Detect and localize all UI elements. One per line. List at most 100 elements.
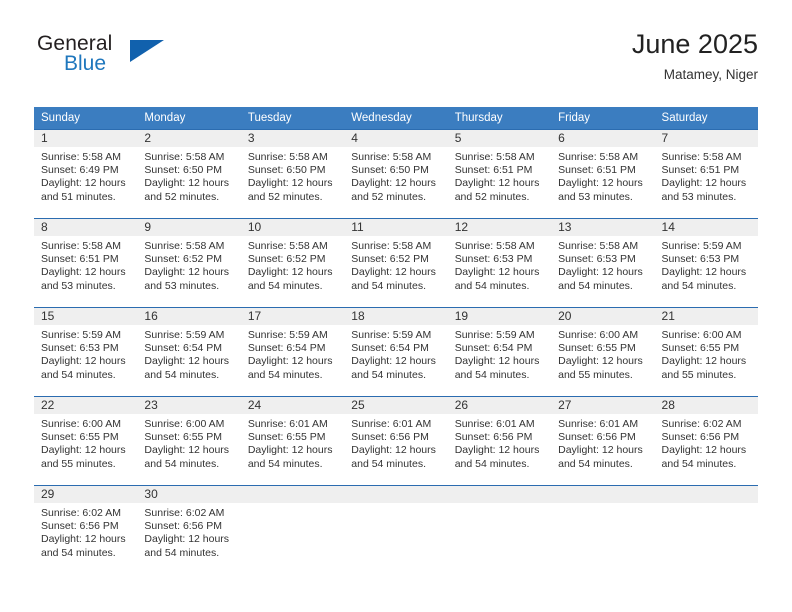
day-cell[interactable]: 13 Sunrise: 5:58 AM Sunset: 6:53 PM Dayligh…	[551, 219, 655, 307]
day-cell[interactable]: 20 Sunrise: 6:00 AM Sunset: 6:55 PM Dayligh…	[551, 308, 655, 396]
sunset-time: Sunset: 6:51 PM	[41, 253, 119, 266]
sunset-time: Sunset: 6:50 PM	[247, 164, 326, 177]
sunrise-time: Sunrise: 5:58 AM	[41, 240, 121, 252]
empty-day-cell	[551, 486, 655, 575]
sunrise-time: Sunrise: 5:59 AM	[144, 329, 225, 341]
day-cell[interactable]: 19 Sunrise: 5:59 AM Sunset: 6:54 PM Dayligh…	[447, 308, 552, 396]
day-cell[interactable]: 28 Sunrise: 6:02 AM Sunset: 6:56 PM Dayligh…	[654, 397, 758, 485]
day-cell[interactable]: 26 Sunrise: 6:01 AM Sunset: 6:56 PM Dayligh…	[447, 397, 552, 485]
day-cell[interactable]: 3 Sunrise: 5:58 AM Sunset: 6:50 PM Daylight…	[240, 130, 345, 218]
sunset-time: Sunset: 6:55 PM	[247, 431, 326, 444]
day-cell[interactable]: 17 Sunrise: 5:59 AM Sunset: 6:54 PM Dayligh…	[240, 308, 345, 396]
day-cell[interactable]: 18 Sunrise: 5:59 AM Sunset: 6:54 PM Dayligh…	[344, 308, 448, 396]
day-details: Sunrise: 5:59 AM Sunset: 6:53 PM Daylight:…	[655, 236, 758, 293]
day-cell[interactable]: 5 Sunrise: 5:58 AM Sunset: 6:51 PM Daylight…	[447, 130, 552, 218]
calendar-header-row: Sunday Monday Tuesday Wednesday Thursday Frid…	[34, 107, 758, 130]
daylight-duration-line1: Daylight: 12 hours	[247, 355, 333, 368]
day-cell[interactable]: 6 Sunrise: 5:58 AM Sunset: 6:51 PM Daylight…	[551, 130, 655, 218]
day-number	[551, 486, 655, 503]
daylight-duration-line2: and 54 minutes.	[351, 368, 426, 381]
calendar-cell: 2 Sunrise: 5:58 AM Sunset: 6:50 PM Daylight…	[137, 129, 241, 219]
day-cell[interactable]: 25 Sunrise: 6:01 AM Sunset: 6:56 PM Dayligh…	[344, 397, 448, 485]
sunset-time: Sunset: 6:53 PM	[661, 253, 740, 266]
day-details: Sunrise: 5:58 AM Sunset: 6:50 PM Daylight:…	[137, 147, 240, 204]
day-cell[interactable]: 16 Sunrise: 5:59 AM Sunset: 6:54 PM Dayligh…	[137, 308, 241, 396]
sunrise-time: Sunrise: 5:58 AM	[247, 240, 328, 252]
day-number: 15	[34, 308, 138, 325]
day-cell[interactable]: 23 Sunrise: 6:00 AM Sunset: 6:55 PM Dayligh…	[137, 397, 241, 485]
day-cell[interactable]: 14 Sunrise: 5:59 AM Sunset: 6:53 PM Dayligh…	[654, 219, 758, 307]
weekday-header-friday: Friday	[551, 107, 655, 130]
day-details: Sunrise: 6:02 AM Sunset: 6:56 PM Daylight:…	[34, 503, 137, 560]
daylight-duration-line1: Daylight: 12 hours	[247, 177, 333, 190]
day-cell[interactable]: 12 Sunrise: 5:58 AM Sunset: 6:53 PM Dayligh…	[447, 219, 552, 307]
day-cell[interactable]: 27 Sunrise: 6:01 AM Sunset: 6:56 PM Dayligh…	[551, 397, 655, 485]
daylight-duration-line2: and 53 minutes.	[41, 279, 116, 292]
daylight-duration-line2: and 53 minutes.	[558, 190, 633, 203]
daylight-duration-line1: Daylight: 12 hours	[454, 444, 540, 457]
daylight-duration-line1: Daylight: 12 hours	[454, 266, 540, 279]
day-cell[interactable]: 4 Sunrise: 5:58 AM Sunset: 6:50 PM Daylight…	[344, 130, 448, 218]
day-details: Sunrise: 5:58 AM Sunset: 6:50 PM Daylight:…	[344, 147, 447, 204]
day-details: Sunrise: 5:58 AM Sunset: 6:51 PM Daylight:…	[448, 147, 551, 204]
day-cell[interactable]: 29 Sunrise: 6:02 AM Sunset: 6:56 PM Dayligh…	[34, 486, 138, 575]
day-number: 2	[137, 130, 241, 147]
daylight-duration-line2: and 55 minutes.	[558, 368, 633, 381]
calendar-week-row: 29 Sunrise: 6:02 AM Sunset: 6:56 PM Dayligh…	[34, 485, 758, 575]
day-number: 12	[447, 219, 552, 236]
daylight-duration-line1: Daylight: 12 hours	[351, 444, 436, 457]
day-number	[344, 486, 448, 503]
sunset-time: Sunset: 6:54 PM	[144, 342, 223, 355]
sunrise-time: Sunrise: 5:58 AM	[661, 151, 742, 163]
calendar-cell: 26 Sunrise: 6:01 AM Sunset: 6:56 PM Dayligh…	[447, 396, 552, 486]
page-header: General Blue June 2025 Matamey, Niger	[34, 28, 758, 98]
day-cell[interactable]: 1 Sunrise: 5:58 AM Sunset: 6:49 PM Daylight…	[34, 130, 138, 218]
sunset-time: Sunset: 6:52 PM	[144, 253, 223, 266]
page-title: June 2025	[631, 29, 758, 59]
day-cell[interactable]: 24 Sunrise: 6:01 AM Sunset: 6:55 PM Dayligh…	[240, 397, 345, 485]
page-subtitle-location: Matamey, Niger	[663, 67, 758, 82]
sunset-time: Sunset: 6:56 PM	[661, 431, 740, 444]
sunset-time: Sunset: 6:56 PM	[144, 520, 223, 533]
calendar-cell: 15 Sunrise: 5:59 AM Sunset: 6:53 PM Dayligh…	[34, 307, 138, 397]
daylight-duration-line2: and 54 minutes.	[144, 457, 220, 470]
daylight-duration-line2: and 52 minutes.	[144, 190, 220, 203]
day-number: 1	[34, 130, 138, 147]
daylight-duration-line1: Daylight: 12 hours	[144, 266, 230, 279]
daylight-duration-line2: and 54 minutes.	[661, 279, 737, 292]
day-cell[interactable]: 2 Sunrise: 5:58 AM Sunset: 6:50 PM Daylight…	[137, 130, 241, 218]
logo-text-blue: Blue	[64, 52, 107, 75]
day-cell[interactable]: 30 Sunrise: 6:02 AM Sunset: 6:56 PM Dayligh…	[137, 486, 241, 575]
sunset-time: Sunset: 6:53 PM	[41, 342, 119, 355]
day-cell[interactable]: 9 Sunrise: 5:58 AM Sunset: 6:52 PM Daylight…	[137, 219, 241, 307]
day-number: 4	[344, 130, 448, 147]
day-cell[interactable]: 22 Sunrise: 6:00 AM Sunset: 6:55 PM Dayligh…	[34, 397, 138, 485]
sunrise-time: Sunrise: 5:58 AM	[454, 151, 535, 163]
sunrise-time: Sunrise: 6:02 AM	[144, 507, 225, 519]
day-cell[interactable]: 7 Sunrise: 5:58 AM Sunset: 6:51 PM Daylight…	[654, 130, 758, 218]
day-number: 16	[137, 308, 241, 325]
daylight-duration-line2: and 52 minutes.	[351, 190, 426, 203]
day-cell[interactable]: 11 Sunrise: 5:58 AM Sunset: 6:52 PM Dayligh…	[344, 219, 448, 307]
day-number: 21	[654, 308, 758, 325]
calendar-body: 1 Sunrise: 5:58 AM Sunset: 6:49 PM Daylight…	[34, 129, 758, 575]
sunset-time: Sunset: 6:55 PM	[558, 342, 636, 355]
day-details: Sunrise: 5:58 AM Sunset: 6:50 PM Daylight:…	[241, 147, 344, 204]
calendar-cell: 10 Sunrise: 5:58 AM Sunset: 6:52 PM Dayligh…	[240, 218, 345, 308]
day-cell[interactable]: 10 Sunrise: 5:58 AM Sunset: 6:52 PM Dayligh…	[240, 219, 345, 307]
sunset-time: Sunset: 6:51 PM	[661, 164, 740, 177]
daylight-duration-line1: Daylight: 12 hours	[558, 355, 643, 368]
day-number	[240, 486, 345, 503]
sunset-time: Sunset: 6:54 PM	[247, 342, 326, 355]
sunset-time: Sunset: 6:52 PM	[351, 253, 429, 266]
weekday-header-wednesday: Wednesday	[344, 107, 448, 130]
day-cell[interactable]: 21 Sunrise: 6:00 AM Sunset: 6:55 PM Dayligh…	[654, 308, 758, 396]
daylight-duration-line1: Daylight: 12 hours	[454, 177, 540, 190]
day-number: 6	[551, 130, 655, 147]
day-cell[interactable]: 15 Sunrise: 5:59 AM Sunset: 6:53 PM Dayligh…	[34, 308, 138, 396]
sunrise-time: Sunrise: 5:58 AM	[351, 151, 432, 163]
sunset-time: Sunset: 6:51 PM	[454, 164, 533, 177]
day-cell[interactable]: 8 Sunrise: 5:58 AM Sunset: 6:51 PM Daylight…	[34, 219, 138, 307]
daylight-duration-line2: and 54 minutes.	[351, 279, 426, 292]
general-blue-logo[interactable]: General Blue	[34, 32, 264, 90]
